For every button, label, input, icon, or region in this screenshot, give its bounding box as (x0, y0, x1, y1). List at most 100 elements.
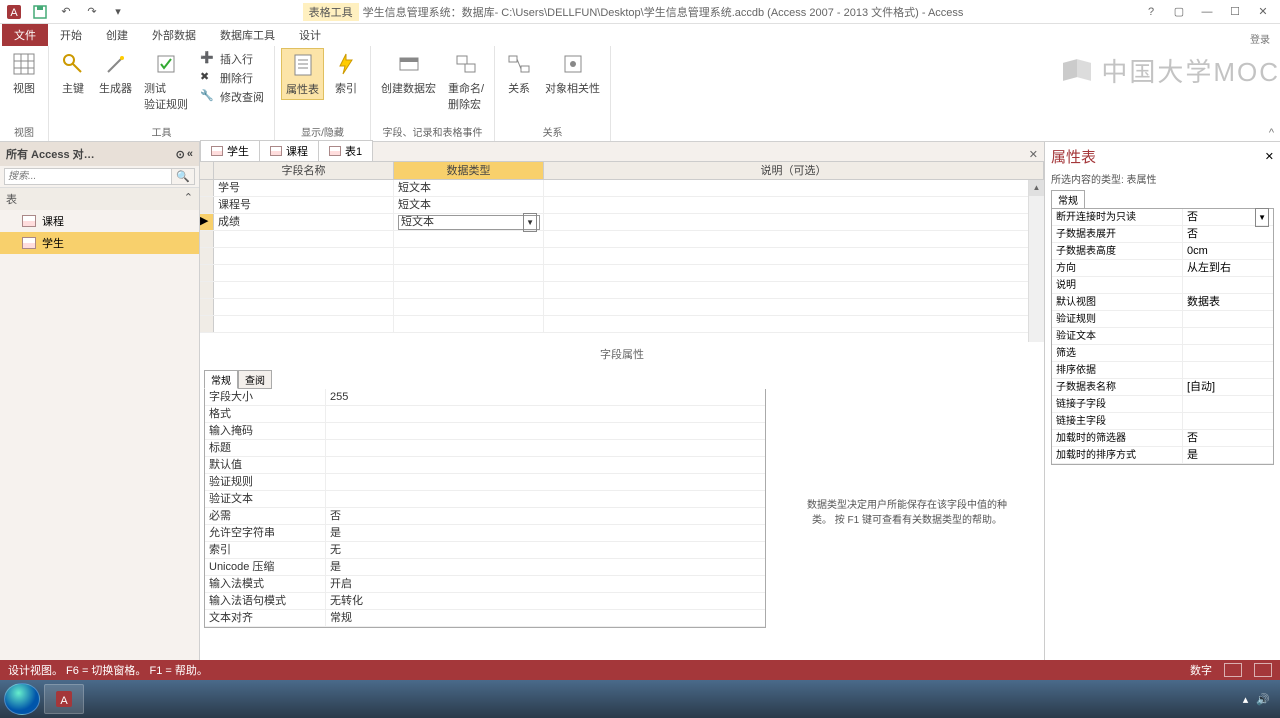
propsheet-row[interactable]: 子数据表高度0cm (1052, 243, 1273, 260)
col-description[interactable]: 说明（可选） (544, 162, 1044, 179)
relationships-button[interactable]: 关系 (501, 48, 537, 98)
insert-row-button[interactable]: ➕插入行 (196, 50, 268, 68)
rename-delete-button[interactable]: 重命名/ 删除宏 (444, 48, 488, 114)
field-prop-row[interactable]: 验证规则 (205, 474, 765, 491)
chevron-down-icon[interactable]: ▼ (1255, 208, 1269, 227)
navpane-group-tables[interactable]: 表⌃ (0, 188, 199, 210)
prop-value[interactable]: 是 (325, 525, 765, 541)
design-row[interactable]: 学号 短文本 (200, 180, 1044, 197)
propsheet-row[interactable]: 加载时的筛选器否 (1052, 430, 1273, 447)
ps-value[interactable]: 从左到右 (1182, 260, 1273, 276)
datasheet-view-icon[interactable] (1224, 663, 1242, 677)
field-prop-row[interactable]: 默认值 (205, 457, 765, 474)
field-prop-row[interactable]: 标题 (205, 440, 765, 457)
cell-description[interactable] (544, 180, 1044, 196)
close-propsheet-icon[interactable]: ✕ (1265, 150, 1274, 163)
redo-icon[interactable]: ↷ (82, 2, 102, 22)
test-rules-button[interactable]: 测试 验证规则 (140, 48, 192, 114)
tab-student[interactable]: 学生 (200, 140, 260, 161)
row-selector[interactable] (200, 248, 214, 264)
tab-course[interactable]: 课程 (259, 140, 319, 161)
access-app-icon[interactable]: A (4, 2, 24, 22)
cell-type[interactable]: 短文本 (394, 180, 544, 196)
save-icon[interactable] (30, 2, 50, 22)
close-icon[interactable]: ✕ (1250, 2, 1276, 22)
tab-dbtools[interactable]: 数据库工具 (208, 24, 287, 46)
field-prop-row[interactable]: 格式 (205, 406, 765, 423)
prop-value[interactable]: 无 (325, 542, 765, 558)
row-selector[interactable]: ▶ (200, 214, 214, 230)
cell-description[interactable] (544, 197, 1044, 213)
datatype-dropdown[interactable]: 短文本▼ (398, 215, 540, 230)
design-row-empty[interactable] (200, 282, 1044, 299)
view-button[interactable]: 视图 (6, 48, 42, 98)
prop-value[interactable]: 开启 (325, 576, 765, 592)
field-prop-row[interactable]: 输入掩码 (205, 423, 765, 440)
tab-create[interactable]: 创建 (94, 24, 140, 46)
create-macros-button[interactable]: 创建数据宏 (377, 48, 440, 98)
propsheet-row[interactable]: 排序依据 (1052, 362, 1273, 379)
ps-value[interactable]: 数据表 (1182, 294, 1273, 310)
navpane-item-student[interactable]: 学生 (0, 232, 199, 254)
row-selector[interactable] (200, 316, 214, 332)
cell-name[interactable]: 成绩 (214, 214, 394, 230)
propsheet-row[interactable]: 默认视图数据表 (1052, 294, 1273, 311)
cell-type[interactable]: 短文本 (394, 197, 544, 213)
field-prop-row[interactable]: 输入法语句模式无转化 (205, 593, 765, 610)
fp-tab-lookup[interactable]: 查阅 (238, 370, 272, 389)
tab-design[interactable]: 设计 (287, 24, 333, 46)
propsheet-row[interactable]: 方向从左到右 (1052, 260, 1273, 277)
ribbon-display-icon[interactable]: ▢ (1166, 2, 1192, 22)
navpane-item-course[interactable]: 课程 (0, 210, 199, 232)
field-prop-row[interactable]: 允许空字符串是 (205, 525, 765, 542)
ps-value[interactable] (1182, 311, 1273, 327)
navpane-collapse-icon[interactable]: « (187, 148, 193, 161)
property-sheet-button[interactable]: 属性表 (281, 48, 324, 100)
ps-value[interactable] (1182, 328, 1273, 344)
undo-icon[interactable]: ↶ (56, 2, 76, 22)
modify-lookup-button[interactable]: 🔧修改查阅 (196, 88, 268, 106)
navpane-header[interactable]: 所有 Access 对… ⊙« (0, 142, 199, 166)
minimize-icon[interactable]: — (1194, 2, 1220, 22)
navpane-dropdown-icon[interactable]: ⊙ (176, 148, 185, 161)
row-selector[interactable] (200, 180, 214, 196)
ps-value[interactable] (1182, 362, 1273, 378)
builder-button[interactable]: 生成器 (95, 48, 136, 98)
login-link[interactable]: 登录 (1250, 31, 1280, 46)
scroll-up-icon[interactable]: ▲ (1029, 180, 1044, 196)
ps-value[interactable]: 0cm (1182, 243, 1273, 259)
prop-value[interactable]: 255 (325, 389, 765, 405)
tab-file[interactable]: 文件 (2, 24, 48, 46)
field-prop-row[interactable]: 字段大小255 (205, 389, 765, 406)
tab-home[interactable]: 开始 (48, 24, 94, 46)
ps-value[interactable]: 否▼ (1182, 209, 1273, 225)
field-prop-row[interactable]: 验证文本 (205, 491, 765, 508)
prop-value[interactable] (325, 440, 765, 456)
search-input[interactable] (4, 168, 172, 185)
ps-value[interactable] (1182, 277, 1273, 293)
propsheet-row[interactable]: 链接子字段 (1052, 396, 1273, 413)
design-row-empty[interactable] (200, 231, 1044, 248)
propsheet-row[interactable]: 链接主字段 (1052, 413, 1273, 430)
row-selector[interactable] (200, 299, 214, 315)
design-row-empty[interactable] (200, 299, 1044, 316)
propsheet-row[interactable]: 验证文本 (1052, 328, 1273, 345)
prop-value[interactable] (325, 423, 765, 439)
taskbar-access[interactable]: A (44, 684, 84, 714)
prop-value[interactable]: 否 (325, 508, 765, 524)
field-prop-row[interactable]: Unicode 压缩是 (205, 559, 765, 576)
ps-value[interactable]: 是 (1182, 447, 1273, 463)
prop-value[interactable]: 常规 (325, 610, 765, 626)
field-prop-row[interactable]: 必需否 (205, 508, 765, 525)
propsheet-row[interactable]: 筛选 (1052, 345, 1273, 362)
help-icon[interactable]: ? (1138, 2, 1164, 22)
field-prop-row[interactable]: 输入法模式开启 (205, 576, 765, 593)
prop-value[interactable] (325, 474, 765, 490)
ps-value[interactable] (1182, 413, 1273, 429)
design-row-empty[interactable] (200, 316, 1044, 333)
cell-name[interactable]: 课程号 (214, 197, 394, 213)
qat-dropdown-icon[interactable]: ▾ (108, 2, 128, 22)
maximize-icon[interactable]: ☐ (1222, 2, 1248, 22)
tab-table1[interactable]: 表1 (318, 140, 373, 161)
tray-up-icon[interactable]: ▴ (1243, 693, 1249, 706)
